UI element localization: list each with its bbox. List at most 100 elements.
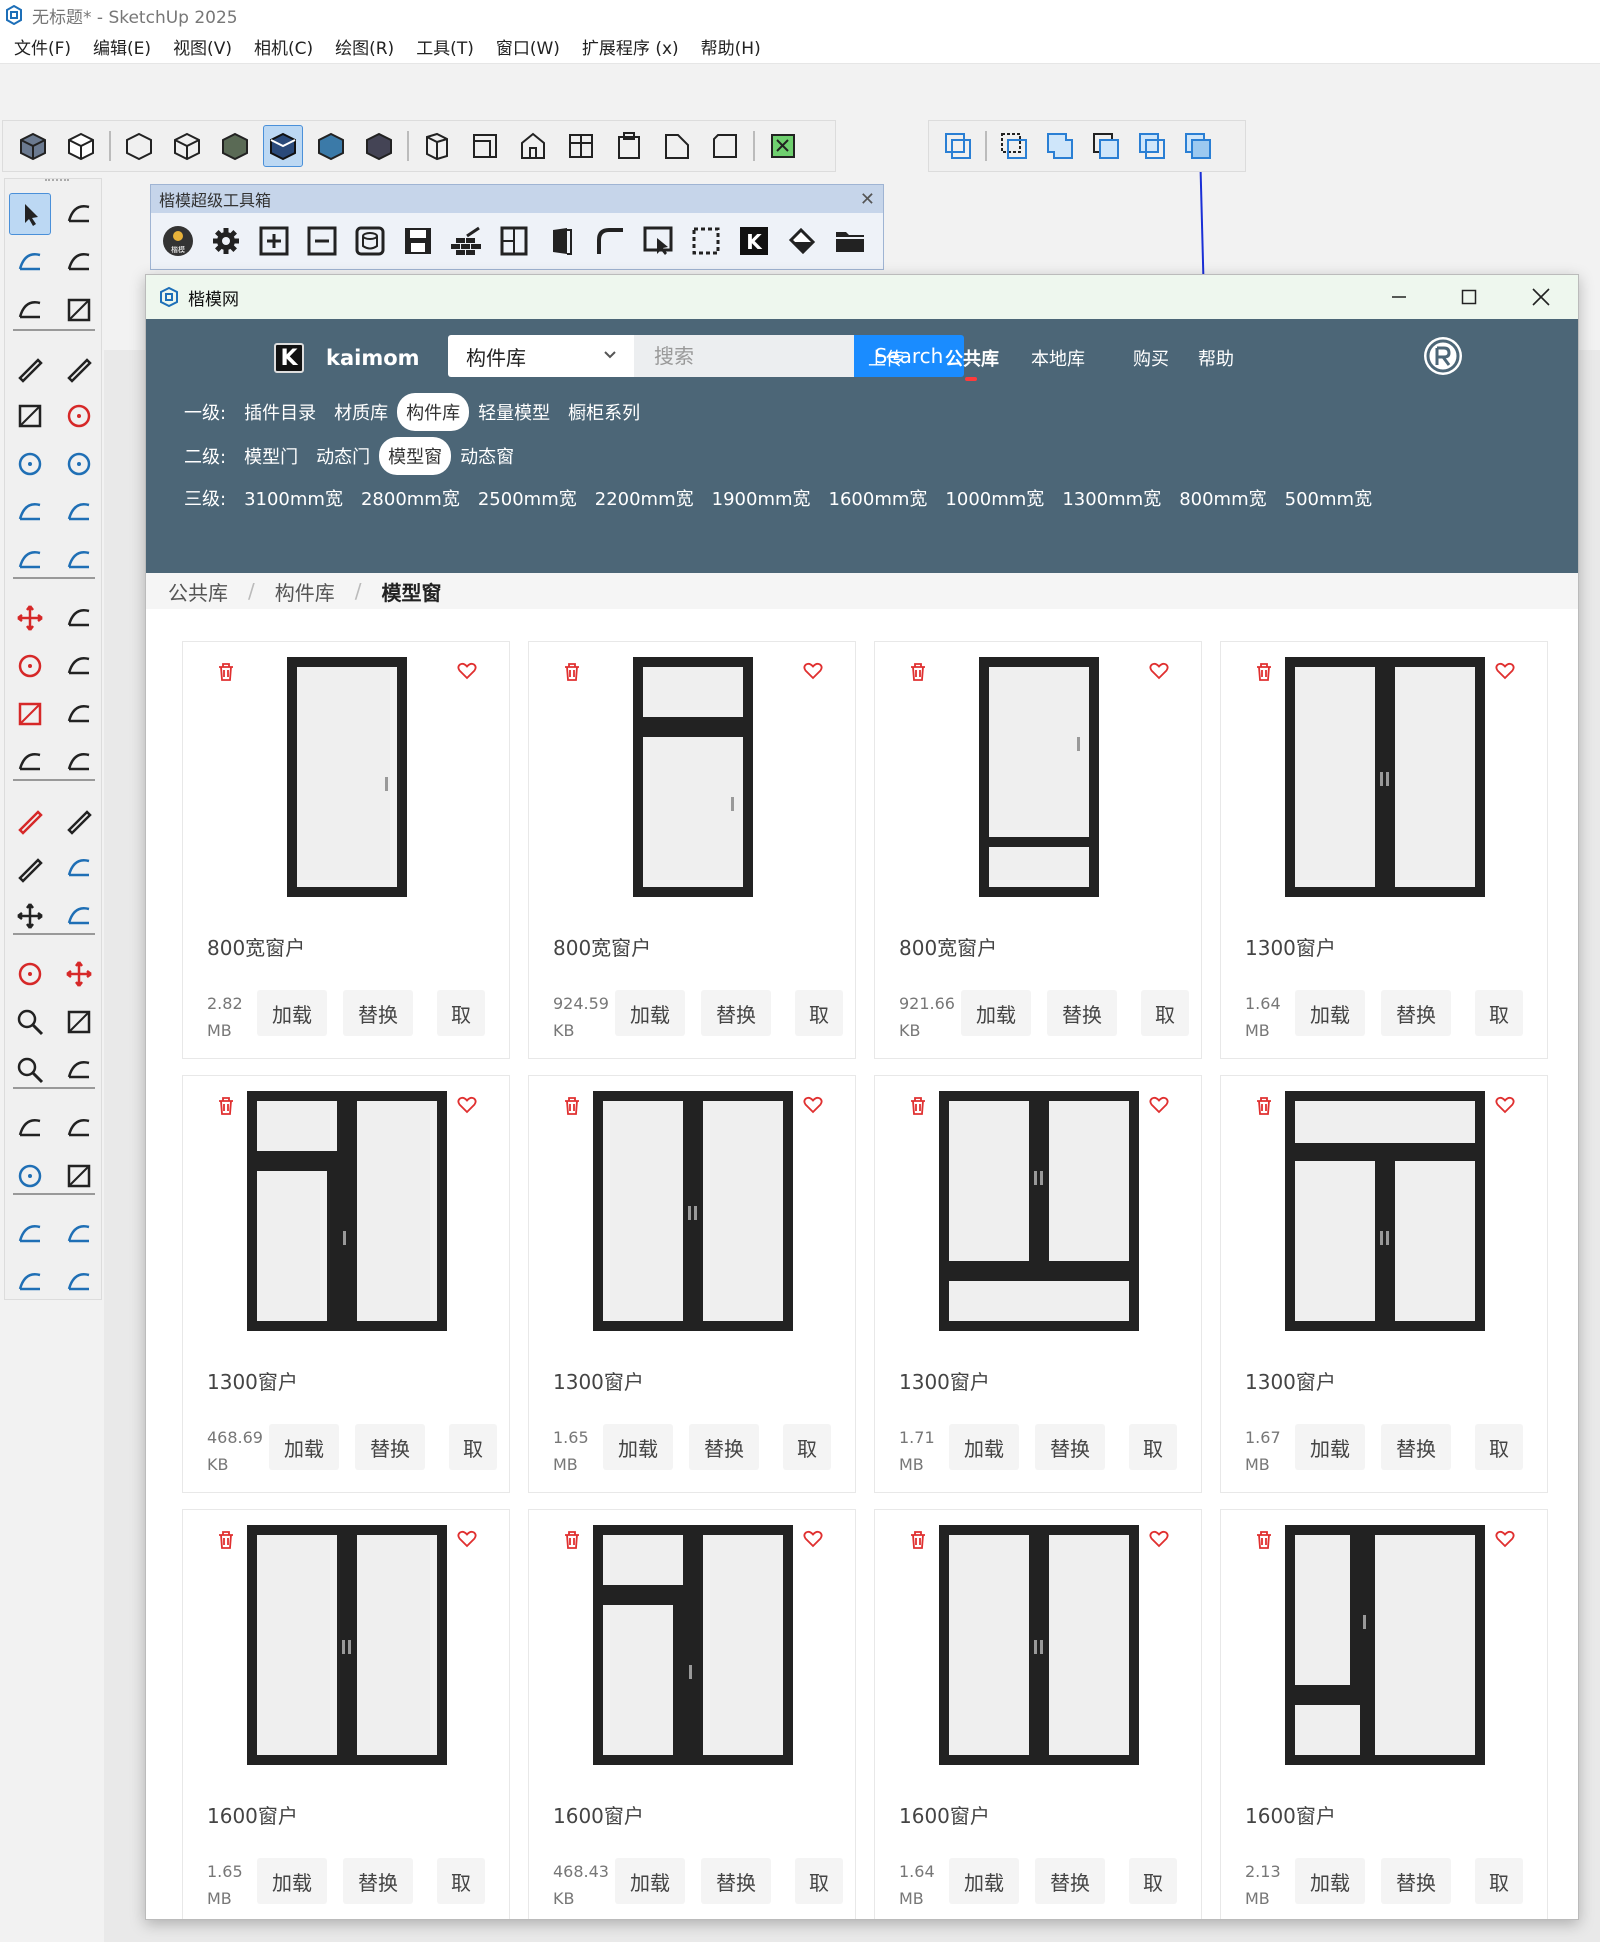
replace-button[interactable]: 替换 bbox=[1035, 1858, 1105, 1904]
brick-wall-icon[interactable] bbox=[447, 222, 485, 260]
camera-front-icon[interactable] bbox=[513, 125, 553, 167]
take-button[interactable]: 取 bbox=[795, 1858, 843, 1904]
window-thumbnail[interactable] bbox=[889, 1078, 1189, 1348]
load-button[interactable]: 加载 bbox=[1295, 990, 1365, 1036]
replace-button[interactable]: 替换 bbox=[343, 1858, 413, 1904]
eraser-icon[interactable] bbox=[58, 241, 100, 283]
tag-icon[interactable] bbox=[58, 289, 100, 331]
flip-icon[interactable] bbox=[58, 741, 100, 783]
menu-item[interactable]: 扩展程序 (x) bbox=[582, 34, 679, 59]
trash-icon[interactable] bbox=[909, 1096, 927, 1116]
text-icon[interactable] bbox=[58, 847, 100, 889]
trash-icon[interactable] bbox=[909, 1530, 927, 1550]
menu-item[interactable]: 工具(T) bbox=[416, 34, 474, 59]
kaimo-logo-icon[interactable]: 楷模 bbox=[159, 222, 197, 260]
take-button[interactable]: 取 bbox=[1141, 990, 1189, 1036]
menu-item[interactable]: 编辑(E) bbox=[93, 34, 151, 59]
mirror-icon[interactable] bbox=[9, 741, 51, 783]
window-thumbnail[interactable] bbox=[1235, 644, 1535, 914]
nav-link[interactable]: 本地库 bbox=[1031, 345, 1085, 371]
xray-icon[interactable] bbox=[119, 125, 159, 167]
nav-link[interactable]: 上传 bbox=[868, 345, 904, 371]
model-card[interactable]: 1600窗户 468.43 KB 加载 替换取 bbox=[528, 1509, 856, 1919]
filter-item[interactable]: 1600mm宽 bbox=[829, 479, 928, 517]
sandbox-icon[interactable] bbox=[9, 1213, 51, 1255]
arc-corner-icon[interactable] bbox=[591, 222, 629, 260]
brand-logo[interactable]: K bbox=[274, 343, 304, 373]
gear-icon[interactable] bbox=[207, 222, 245, 260]
filter-item[interactable]: 500mm宽 bbox=[1285, 479, 1372, 517]
camera-back-icon[interactable] bbox=[609, 125, 649, 167]
remove-box-icon[interactable] bbox=[303, 222, 341, 260]
toolbar-grip[interactable] bbox=[45, 179, 69, 185]
window-thumbnail[interactable] bbox=[889, 644, 1189, 914]
folder-icon[interactable] bbox=[831, 222, 869, 260]
protractor-icon[interactable] bbox=[9, 847, 51, 889]
shaded-icon[interactable] bbox=[263, 125, 303, 167]
filter-item[interactable]: 2500mm宽 bbox=[478, 479, 577, 517]
previous-view-icon[interactable] bbox=[58, 1049, 100, 1091]
paint-bucket-icon[interactable] bbox=[783, 222, 821, 260]
model-card[interactable]: 1300窗户 1.64 MB 加载 替换取 bbox=[1220, 641, 1548, 1059]
close-icon[interactable]: ✕ bbox=[860, 189, 875, 210]
heart-icon[interactable] bbox=[1149, 1096, 1169, 1114]
menu-item[interactable]: 文件(F) bbox=[14, 34, 71, 59]
rotate-icon[interactable] bbox=[9, 645, 51, 687]
split-icon[interactable] bbox=[1180, 125, 1216, 167]
heart-icon[interactable] bbox=[457, 1096, 477, 1114]
load-button[interactable]: 加载 bbox=[257, 990, 327, 1036]
rotated-rect-icon[interactable] bbox=[58, 395, 100, 437]
nav-link[interactable]: 购买 bbox=[1133, 345, 1169, 371]
door-icon[interactable] bbox=[543, 222, 581, 260]
filter-item[interactable]: 模型窗 bbox=[379, 437, 452, 475]
scale-icon[interactable] bbox=[9, 693, 51, 735]
filter-item[interactable]: 1900mm宽 bbox=[712, 479, 811, 517]
trash-icon[interactable] bbox=[563, 1096, 581, 1116]
model-card[interactable]: 1300窗户 468.69 KB 加载 替换取 bbox=[182, 1075, 510, 1493]
polygon-icon[interactable] bbox=[58, 443, 100, 485]
replace-button[interactable]: 替换 bbox=[1047, 990, 1117, 1036]
filter-item[interactable]: 2200mm宽 bbox=[595, 479, 694, 517]
heart-icon[interactable] bbox=[1495, 1530, 1515, 1548]
take-button[interactable]: 取 bbox=[1129, 1424, 1177, 1470]
heart-icon[interactable] bbox=[457, 1530, 477, 1548]
kaimo-k-icon[interactable]: K bbox=[735, 222, 773, 260]
look-around-icon[interactable] bbox=[9, 1155, 51, 1197]
hidden-line-icon[interactable] bbox=[215, 125, 255, 167]
load-button[interactable]: 加载 bbox=[961, 990, 1031, 1036]
filter-item[interactable]: 3100mm宽 bbox=[244, 479, 343, 517]
filter-item[interactable]: 1300mm宽 bbox=[1062, 479, 1161, 517]
window-thumbnail[interactable] bbox=[1235, 1078, 1535, 1348]
load-button[interactable]: 加载 bbox=[1295, 1424, 1365, 1470]
menu-item[interactable]: 相机(C) bbox=[254, 34, 313, 59]
take-button[interactable]: 取 bbox=[1475, 990, 1523, 1036]
trash-icon[interactable] bbox=[217, 662, 235, 682]
pan-icon[interactable] bbox=[58, 953, 100, 995]
menu-item[interactable]: 帮助(H) bbox=[701, 34, 761, 59]
trim-icon[interactable] bbox=[1134, 125, 1170, 167]
load-button[interactable]: 加载 bbox=[257, 1858, 327, 1904]
wireframe-icon[interactable] bbox=[167, 125, 207, 167]
load-button[interactable]: 加载 bbox=[269, 1424, 339, 1470]
window-thumbnail[interactable] bbox=[197, 644, 497, 914]
filter-item[interactable]: 动态门 bbox=[316, 437, 370, 475]
filter-item[interactable]: 动态窗 bbox=[460, 437, 514, 475]
camera-bottom-icon[interactable] bbox=[705, 125, 745, 167]
dashed-select-icon[interactable] bbox=[687, 222, 725, 260]
window-thumbnail[interactable] bbox=[889, 1512, 1189, 1782]
brand-name[interactable]: kaimom bbox=[326, 346, 420, 370]
kaimo-titlebar[interactable]: 楷模网 bbox=[146, 275, 1578, 319]
section-icon[interactable] bbox=[58, 1155, 100, 1197]
toolbox-header[interactable]: 楷模超级工具箱 ✕ bbox=[151, 185, 883, 213]
circle-icon[interactable] bbox=[9, 443, 51, 485]
heart-icon[interactable] bbox=[1495, 662, 1515, 680]
zoom-window-icon[interactable] bbox=[58, 1001, 100, 1043]
pushpull-icon[interactable] bbox=[58, 597, 100, 639]
trash-icon[interactable] bbox=[1255, 662, 1273, 682]
arc-2pt-icon[interactable] bbox=[58, 539, 100, 581]
database-icon[interactable] bbox=[351, 222, 389, 260]
model-card[interactable]: 1300窗户 1.67 MB 加载 替换取 bbox=[1220, 1075, 1548, 1493]
heart-icon[interactable] bbox=[457, 662, 477, 680]
take-button[interactable]: 取 bbox=[795, 990, 843, 1036]
arc-icon[interactable] bbox=[9, 491, 51, 533]
